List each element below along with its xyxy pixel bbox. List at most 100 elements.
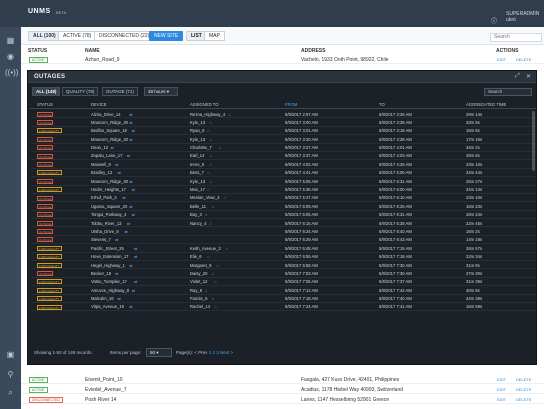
- assigned-site-link[interactable]: Margaret_9: [190, 263, 211, 268]
- device-link[interactable]: Mowcom_Ridge_30: [91, 179, 128, 184]
- device-link[interactable]: Hegel_Highway_1: [91, 263, 125, 268]
- header-to[interactable]: TO: [379, 102, 385, 107]
- notifications-icon[interactable]: ▣: [5, 349, 16, 360]
- header-aggregated[interactable]: AGGREGATED TIME: [466, 102, 506, 107]
- table-row[interactable]: OUTAGE Mowcom_Ridge_30 ⇄ Kyle_13 ⌂ 5/9/2017 3…: [30, 135, 536, 144]
- page-1-button[interactable]: 1: [209, 350, 212, 355]
- period-select[interactable]: 48 hours ▾: [144, 87, 178, 96]
- outages-search-input[interactable]: Search: [484, 88, 532, 96]
- sites-icon[interactable]: ▦: [5, 35, 16, 46]
- device-link[interactable]: Bedfos_Square_18: [91, 128, 127, 133]
- assigned-site-link[interactable]: Rezna_Highway_4: [190, 112, 225, 117]
- tab-all[interactable]: ALL (149): [32, 87, 61, 96]
- assigned-site-link[interactable]: Elie_6: [190, 254, 202, 259]
- edit-button[interactable]: EDIT: [497, 377, 506, 382]
- assigned-site-link[interactable]: Ray_8: [190, 288, 202, 293]
- table-row[interactable]: LOW QUALITY Amuvce_Highway_8 ⇄ Ray_8 ⌂ 5/9/20…: [30, 286, 536, 295]
- scrollbar[interactable]: [532, 111, 535, 171]
- assigned-site-link[interactable]: Nancy_4: [190, 221, 207, 226]
- header-device[interactable]: DEVICE: [91, 102, 107, 107]
- site-name[interactable]: Azhun_Road_9: [85, 57, 119, 63]
- new-site-button[interactable]: NEW SITE: [149, 31, 184, 41]
- site-name[interactable]: Eisenit_Point_10: [85, 377, 123, 383]
- device-link[interactable]: Zopalu_Lane_17: [91, 153, 122, 158]
- device-link[interactable]: Pacific_Street_25: [91, 246, 124, 251]
- device-link[interactable]: Becker_18: [91, 271, 111, 276]
- prev-button[interactable]: < Prev: [194, 350, 207, 355]
- delete-button[interactable]: DELETE: [516, 397, 532, 402]
- table-row[interactable]: OUTAGE Tongui_Parkway_4 ⇄ Bay_3 ⌂ 5/9/2017 6:…: [30, 211, 536, 220]
- device-link[interactable]: Erhuf_Park_3: [91, 195, 117, 200]
- filter-disconnected[interactable]: DISCONNECTED (22): [94, 31, 155, 41]
- table-row[interactable]: OUTAGE Alzira_Drive_14 ⇄ Rezna_Highway_4 ⌂ 5/…: [30, 110, 536, 119]
- table-row[interactable]: LOW QUALITY Hodre_Heights_17 ⇄ Max_17 ⌂ 5/9/2…: [30, 186, 536, 194]
- edit-button[interactable]: EDIT: [497, 397, 506, 402]
- device-link[interactable]: Tobbu_River_13: [91, 221, 122, 226]
- device-link[interactable]: Vitpa_Avenue_19: [91, 304, 124, 309]
- assigned-site-link[interactable]: Max_17: [190, 187, 205, 192]
- table-row[interactable]: OUTAGE Ugama_Square_20 ⇄ Belle_11 ⌂ 5/9/2017 …: [30, 202, 536, 211]
- table-row[interactable]: LOW QUALITY Vitpa_Avenue_19 ⇄ Rachel_14 ⌂ 5/9…: [30, 303, 536, 312]
- edit-button[interactable]: EDIT: [497, 387, 506, 392]
- table-row[interactable]: OUTAGE Tobbu_River_13 ⇄ Nancy_4 ⌂ 5/9/2017 6:…: [30, 219, 536, 228]
- device-link[interactable]: Hove_Extension_17: [91, 254, 128, 259]
- page-2-button[interactable]: 2: [212, 350, 215, 355]
- sites-search-input[interactable]: Search: [490, 33, 542, 42]
- filter-active[interactable]: ACTIVE (78): [58, 31, 97, 41]
- table-row[interactable]: DISCONNECTED Posh River 14 Lanes, 1147 H…: [21, 395, 544, 404]
- assigned-site-link[interactable]: Keith_Avenue_3: [190, 246, 221, 251]
- search-icon[interactable]: ⌕: [5, 387, 16, 398]
- header-name[interactable]: NAME: [85, 48, 100, 54]
- tab-outage[interactable]: OUTAGE (71): [102, 87, 138, 96]
- device-link[interactable]: Mowcom_Ridge_30: [91, 120, 128, 125]
- site-name[interactable]: Eviedel_Avenue_7: [85, 387, 127, 393]
- delete-button[interactable]: DELETE: [516, 387, 532, 392]
- table-row[interactable]: OUTAGE Dean_13 ⇄ Charlotte_7 ⌂ 5/9/2017 3:27 …: [30, 144, 536, 152]
- assigned-site-link[interactable]: Kyle_13: [190, 120, 205, 125]
- delete-button[interactable]: DELETE: [516, 57, 532, 62]
- table-row[interactable]: OUTAGE Mowcom_Ridge_30 ⇄ Kyle_13 ⌂ 5/9/2017 3…: [30, 118, 536, 127]
- map-view-button[interactable]: MAP: [204, 31, 225, 41]
- device-link[interactable]: Alzira_Drive_14: [91, 112, 121, 117]
- table-row[interactable]: LOW QUALITY Malcolm_16 ⇄ Fannie_6 ⌂ 5/9/2017 …: [30, 295, 536, 303]
- table-row[interactable]: LOW QUALITY Pacific_Street_25 ⇄ Keith_Avenu…: [30, 244, 536, 253]
- table-row[interactable]: ACTIVE Eisenit_Point_10 Fasgala, 427 Kus…: [21, 375, 544, 384]
- user-menu[interactable]: SUPERADMIN ubnt: [506, 11, 539, 23]
- device-link[interactable]: Malcolm_16: [91, 296, 114, 301]
- table-row[interactable]: OUTAGE Utsha_Drive_8 ⇄ 5/9/2017 6:24 AM 5/9/…: [30, 227, 536, 236]
- assigned-site-link[interactable]: Charlotte_7: [190, 145, 212, 150]
- assigned-site-link[interactable]: Kyle_13: [190, 179, 205, 184]
- table-row[interactable]: LOW QUALITY Hegel_Highway_1 ⇄ Margaret_9 ⌂ 5/…: [30, 261, 536, 270]
- table-row[interactable]: OUTAGE Zopalu_Lane_17 ⇄ Earl_14 ⌂ 5/9/2017 3:…: [30, 152, 536, 161]
- header-from[interactable]: FROM: [285, 102, 297, 107]
- table-row[interactable]: LOW QUALITY Bradley_12 ⇄ Bess_7 ⌂ 5/9/2017 4:…: [30, 169, 536, 178]
- tab-quality[interactable]: QUALITY (78): [62, 87, 99, 96]
- assigned-site-link[interactable]: Violet_12: [190, 279, 207, 284]
- device-link[interactable]: Maxwell_8: [91, 162, 111, 167]
- device-link[interactable]: Utsha_Drive_8: [91, 229, 119, 234]
- assigned-site-link[interactable]: Earl_14: [190, 153, 204, 158]
- wireless-icon[interactable]: ((•)): [5, 67, 18, 78]
- filter-all[interactable]: ALL (100): [28, 31, 61, 41]
- device-link[interactable]: Tongui_Parkway_4: [91, 212, 126, 217]
- assigned-site-link[interactable]: Belle_11: [190, 204, 206, 209]
- header-assigned[interactable]: ASSIGNED TO: [190, 102, 218, 107]
- table-row[interactable]: OUTAGE Erhuf_Park_3 ⇄ Meslan_View_3 ⌂ 5/9/201…: [30, 194, 536, 203]
- assigned-site-link[interactable]: Daisy_20: [190, 271, 207, 276]
- table-row[interactable]: ACTIVE Eviedel_Avenue_7 Acadius, 1178 Hi…: [21, 385, 544, 394]
- edit-button[interactable]: EDIT: [497, 57, 506, 62]
- device-link[interactable]: Dean_13: [91, 145, 108, 150]
- site-name[interactable]: Posh River 14: [85, 397, 116, 403]
- device-link[interactable]: Hodre_Heights_17: [91, 187, 126, 192]
- items-per-page-select[interactable]: 50 ▾: [146, 348, 172, 357]
- device-link[interactable]: Ugama_Square_20: [91, 204, 127, 209]
- delete-button[interactable]: DELETE: [516, 377, 532, 382]
- header-status[interactable]: STATUS: [37, 102, 53, 107]
- table-row[interactable]: LOW QUALITY Hove_Extension_17 ⇄ Elie_6 ⌂ 5/9/…: [30, 253, 536, 262]
- device-link[interactable]: Bradley_12: [91, 170, 112, 175]
- table-row[interactable]: ACTIVE Azhun_Road_9 Vachelo, 1933 Ooth P…: [21, 55, 544, 64]
- device-link[interactable]: Vatsu_Turnpike_17: [91, 279, 127, 284]
- table-row[interactable]: OUTAGE Maxwell_8 ⇄ Irene_5 ⌂ 5/9/2017 4:02 AM…: [30, 160, 536, 169]
- assigned-site-link[interactable]: Irene_5: [190, 162, 204, 167]
- devices-icon[interactable]: ◉: [5, 51, 16, 62]
